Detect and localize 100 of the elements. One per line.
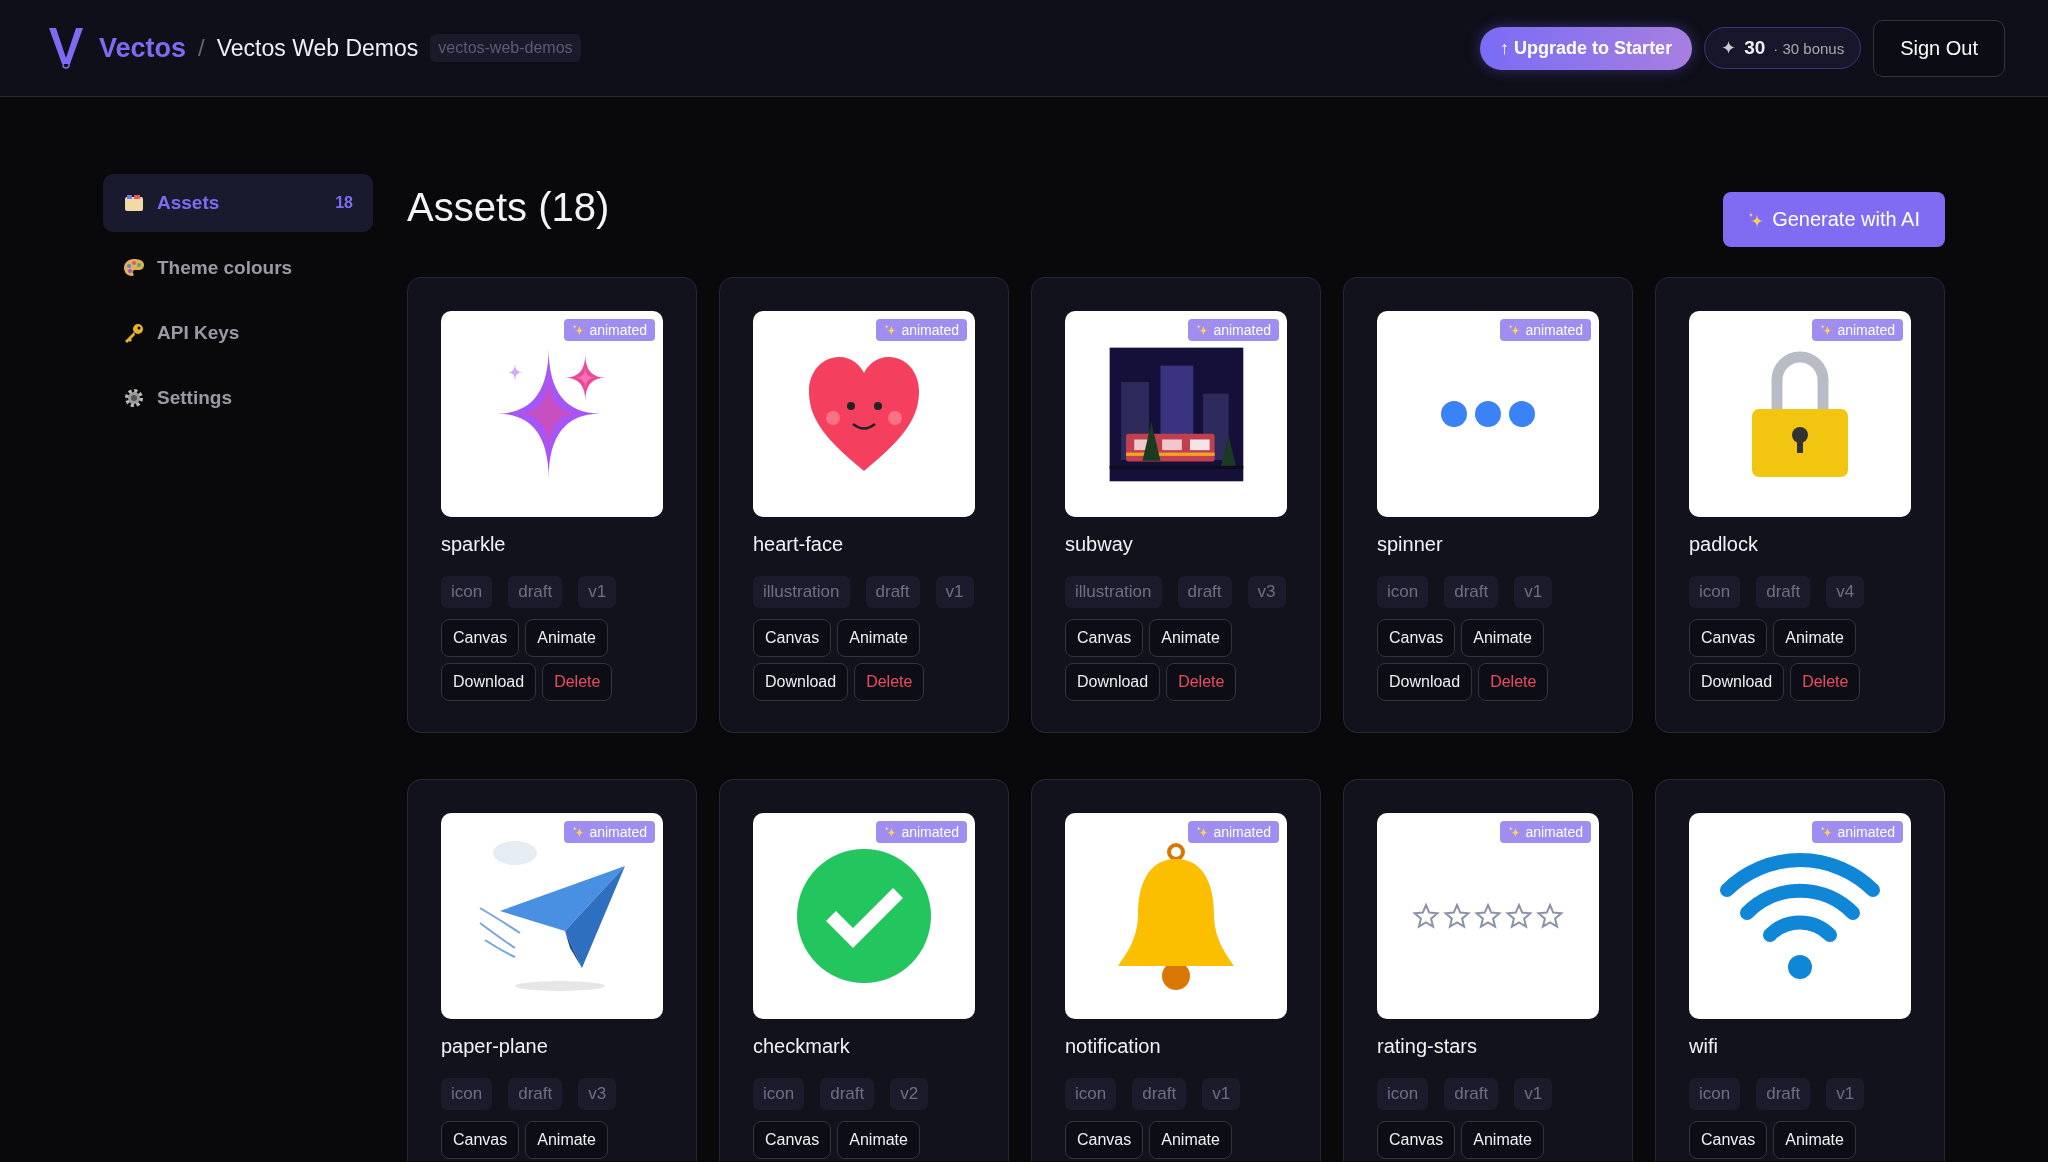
- action-button[interactable]: Canvas: [753, 619, 832, 657]
- action-button[interactable]: Canvas: [1377, 619, 1456, 657]
- asset-tag: icon: [441, 576, 493, 608]
- sidebar-label: Assets: [157, 192, 221, 214]
- project-slug: vectos-web-demos: [430, 34, 581, 62]
- badge-label: animated: [901, 824, 959, 840]
- badge-label: animated: [1837, 824, 1895, 840]
- action-button[interactable]: Animate: [1149, 619, 1232, 657]
- asset-tag: draft: [508, 576, 563, 608]
- action-button[interactable]: Animate: [525, 1121, 608, 1159]
- badge-label: animated: [1525, 824, 1583, 840]
- upgrade-button[interactable]: ↑ Upgrade to Starter: [1480, 26, 1693, 70]
- asset-name: notification: [1065, 1035, 1162, 1058]
- badge-label: animated: [1525, 322, 1583, 338]
- asset-name: rating-stars: [1377, 1035, 1479, 1058]
- badge-label: animated: [1213, 824, 1271, 840]
- asset-tag: draft: [1756, 1078, 1811, 1110]
- asset-tag: draft: [1132, 1078, 1187, 1110]
- sparkle-icon: [1508, 825, 1522, 839]
- action-button[interactable]: Canvas: [1377, 1121, 1456, 1159]
- key-icon: [123, 322, 145, 344]
- badge-label: animated: [589, 824, 647, 840]
- project-name: Vectos Web Demos: [216, 34, 419, 62]
- asset-tag: icon: [753, 1078, 805, 1110]
- asset-name: spinner: [1377, 533, 1444, 556]
- credits-amount: 30: [1744, 37, 1766, 59]
- asset-name: checkmark: [753, 1035, 851, 1058]
- action-button[interactable]: Canvas: [753, 1121, 832, 1159]
- action-button[interactable]: Canvas: [1065, 619, 1144, 657]
- delete-button[interactable]: Delete: [854, 663, 925, 701]
- sidebar-item[interactable]: Settings: [103, 369, 373, 427]
- action-button[interactable]: Download: [753, 663, 849, 701]
- action-button[interactable]: Canvas: [1689, 619, 1768, 657]
- asset-tag: draft: [1177, 576, 1232, 608]
- delete-button[interactable]: Delete: [1790, 663, 1861, 701]
- box-icon: [123, 192, 145, 214]
- action-button[interactable]: Canvas: [441, 1121, 520, 1159]
- action-button[interactable]: Canvas: [441, 619, 520, 657]
- sparkle-icon: [572, 825, 586, 839]
- asset-name: wifi: [1689, 1035, 1719, 1058]
- asset-name: subway: [1065, 533, 1134, 556]
- asset-tag: icon: [1377, 576, 1429, 608]
- sidebar-item[interactable]: API Keys: [103, 304, 373, 362]
- badge-label: animated: [1837, 322, 1895, 338]
- badge-label: animated: [901, 322, 959, 338]
- asset-tag: v2: [890, 1078, 929, 1110]
- badge-label: animated: [589, 322, 647, 338]
- asset-tag: v4: [1826, 576, 1865, 608]
- asset-tag: v1: [1202, 1078, 1241, 1110]
- sparkle-icon: [884, 323, 898, 337]
- settings-icon: [123, 387, 145, 409]
- sidebar-item[interactable]: Assets 18: [103, 174, 373, 232]
- asset-tag: icon: [1689, 576, 1741, 608]
- asset-tag: draft: [820, 1078, 875, 1110]
- asset-name: padlock: [1689, 533, 1759, 556]
- sparkle-icon: [1196, 825, 1210, 839]
- delete-button[interactable]: Delete: [1166, 663, 1237, 701]
- asset-tag: illustration: [753, 576, 850, 608]
- action-button[interactable]: Download: [441, 663, 537, 701]
- action-button[interactable]: Animate: [1773, 619, 1856, 657]
- action-button[interactable]: Canvas: [1689, 1121, 1768, 1159]
- delete-button[interactable]: Delete: [1478, 663, 1549, 701]
- badge-label: animated: [1213, 322, 1271, 338]
- action-button[interactable]: Animate: [1149, 1121, 1232, 1159]
- generate-button[interactable]: Generate with AI: [1723, 192, 1945, 247]
- palette-icon: [123, 257, 145, 279]
- action-button[interactable]: Animate: [1461, 619, 1544, 657]
- action-button[interactable]: Animate: [837, 1121, 920, 1159]
- asset-name: sparkle: [441, 533, 507, 556]
- asset-tag: v1: [1514, 576, 1553, 608]
- asset-tag: v3: [1247, 576, 1286, 608]
- breadcrumb-separator: /: [198, 34, 205, 62]
- asset-tag: v1: [578, 576, 617, 608]
- sidebar-label: Theme colours: [157, 257, 294, 279]
- asset-tag: draft: [1444, 576, 1499, 608]
- asset-tag: v1: [1514, 1078, 1553, 1110]
- sidebar-item[interactable]: Theme colours: [103, 239, 373, 297]
- asset-tag: draft: [508, 1078, 563, 1110]
- action-button[interactable]: Download: [1689, 663, 1785, 701]
- asset-tag: draft: [1444, 1078, 1499, 1110]
- item-count: 18: [335, 194, 353, 212]
- asset-tag: icon: [441, 1078, 493, 1110]
- sparkle-icon: [1196, 323, 1210, 337]
- action-button[interactable]: Download: [1065, 663, 1161, 701]
- action-button[interactable]: Animate: [1773, 1121, 1856, 1159]
- brand-name[interactable]: Vectos: [99, 32, 187, 64]
- action-button[interactable]: Canvas: [1065, 1121, 1144, 1159]
- delete-button[interactable]: Delete: [542, 663, 613, 701]
- asset-tag: v1: [1826, 1078, 1865, 1110]
- asset-tag: icon: [1377, 1078, 1429, 1110]
- asset-tag: draft: [1756, 576, 1811, 608]
- asset-tag: draft: [865, 576, 920, 608]
- action-button[interactable]: Animate: [837, 619, 920, 657]
- sidebar-label: API Keys: [157, 322, 241, 344]
- action-button[interactable]: Animate: [1461, 1121, 1544, 1159]
- credits-icon: ✦: [1721, 37, 1737, 59]
- sign-out-button[interactable]: Sign Out: [1873, 19, 2005, 77]
- action-button[interactable]: Animate: [525, 619, 608, 657]
- action-button[interactable]: Download: [1377, 663, 1473, 701]
- page-title: Assets (18): [407, 184, 610, 231]
